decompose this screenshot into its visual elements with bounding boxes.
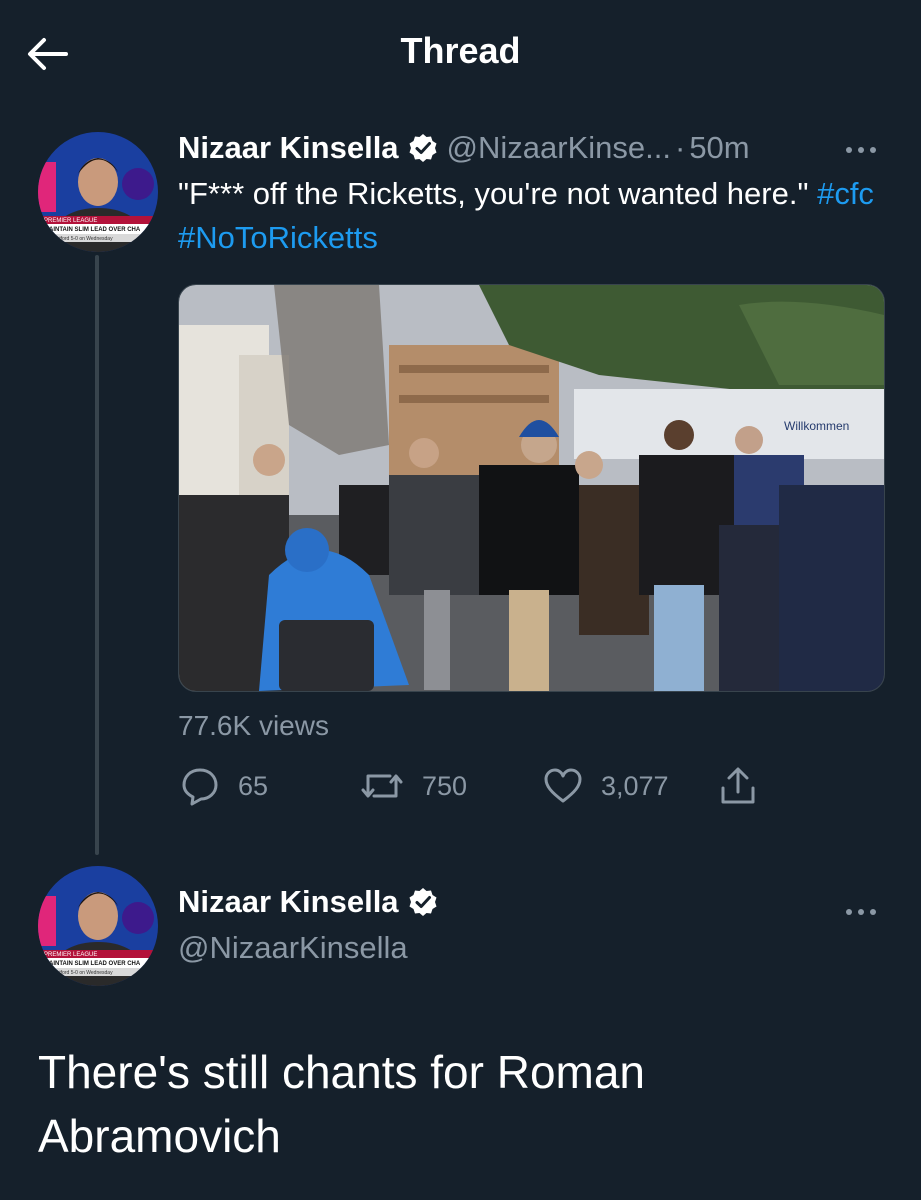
like-count: 3,077 — [601, 770, 669, 801]
avatar-banner-label: PREMIER LEAGUE — [44, 218, 97, 224]
tweet-timestamp[interactable]: 50m — [689, 130, 749, 166]
avatar[interactable]: PREMIER LEAGUE MAINTAIN SLIM LEAD OVER C… — [38, 866, 158, 986]
avatar-banner-label: PREMIER LEAGUE — [44, 952, 97, 958]
tweet-text: "F*** off the Ricketts, you're not wante… — [178, 172, 878, 260]
tweet-author-line: Nizaar Kinsella — [178, 884, 439, 920]
reply-count: 65 — [238, 770, 269, 801]
retweet-button[interactable]: 750 — [360, 762, 467, 810]
tweet-body: "F*** off the Ricketts, you're not wante… — [178, 176, 818, 211]
share-icon — [721, 767, 755, 804]
more-options-button[interactable] — [846, 140, 886, 160]
avatar-banner-text: MAINTAIN SLIM LEAD OVER CHA — [44, 227, 141, 233]
avatar[interactable]: PREMIER LEAGUE MAINTAIN SLIM LEAD OVER C… — [38, 132, 158, 252]
avatar-banner-text: MAINTAIN SLIM LEAD OVER CHA — [44, 961, 141, 967]
author-name[interactable]: Nizaar Kinsella — [178, 884, 399, 920]
thread-connector-line — [95, 255, 99, 855]
hashtag-link[interactable]: #NoToRicketts — [178, 220, 378, 255]
hashtag-link[interactable]: #cfc — [817, 176, 874, 211]
view-count: 77.6K views — [178, 710, 329, 741]
reply-icon — [182, 768, 218, 806]
page-title: Thread — [400, 30, 521, 71]
tweet-media-image[interactable]: Willkommen — [178, 284, 885, 692]
avatar-image: PREMIER LEAGUE MAINTAIN SLIM LEAD OVER C… — [38, 132, 158, 252]
like-button[interactable]: 3,077 — [543, 762, 669, 810]
avatar-banner-sub: Watford 5-0 on Wednesday — [52, 970, 113, 976]
reply-button[interactable]: 65 — [180, 762, 268, 810]
retweet-icon — [361, 774, 403, 798]
crowd-photo: Willkommen — [179, 285, 884, 691]
avatar-banner-sub: Watford 5-0 on Wednesday — [52, 236, 113, 242]
share-button[interactable] — [718, 762, 776, 810]
avatar-image: PREMIER LEAGUE MAINTAIN SLIM LEAD OVER C… — [38, 866, 158, 986]
heart-icon — [544, 768, 582, 803]
author-name[interactable]: Nizaar Kinsella — [178, 130, 399, 166]
retweet-count: 750 — [422, 770, 468, 801]
verified-badge-icon — [409, 134, 437, 162]
author-handle[interactable]: @NizaarKinse... — [447, 130, 671, 166]
header-bar: Thread — [0, 0, 921, 106]
separator-dot: · — [674, 130, 686, 165]
more-options-button[interactable] — [846, 902, 886, 922]
media-sign-text: Willkommen — [784, 419, 849, 433]
author-handle[interactable]: @NizaarKinsella — [178, 930, 408, 966]
tweet-author-line: Nizaar Kinsella @NizaarKinse... · 50m — [178, 130, 750, 166]
verified-badge-icon — [409, 888, 437, 916]
focused-tweet-text: There's still chants for Roman Abramovic… — [38, 1046, 646, 1162]
